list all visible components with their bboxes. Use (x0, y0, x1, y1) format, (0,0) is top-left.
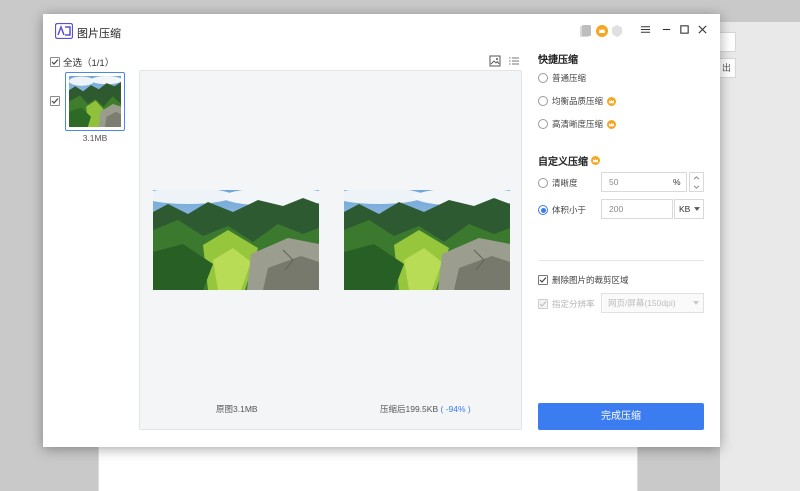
image-item-checkbox[interactable] (50, 96, 60, 106)
grid-view-icon[interactable] (488, 54, 502, 68)
size-limit-input[interactable]: 200 (601, 199, 673, 219)
compressed-caption: 压缩后199.5KB ( -94% ) (380, 403, 471, 415)
select-all-checkbox[interactable] (50, 57, 60, 67)
radio-button[interactable] (538, 96, 548, 106)
clarity-stepper[interactable] (689, 172, 704, 192)
delete-crop-label: 删除图片的裁剪区域 (552, 275, 629, 285)
resolution-select[interactable]: 网页/屏幕(150dpi) (601, 293, 704, 313)
vip-crown-icon[interactable] (595, 24, 609, 38)
chevron-down-icon (694, 207, 700, 211)
radio-button[interactable] (538, 205, 548, 215)
thumbnail-size: 3.1MB (82, 133, 108, 143)
compression-percent: ( -94% ) (440, 404, 471, 414)
minimize-icon[interactable] (659, 23, 673, 39)
stepper-up-icon[interactable] (690, 173, 703, 182)
select-all[interactable]: 全选（1/1） (50, 55, 114, 69)
quick-option-balanced[interactable]: 均衡品质压缩 (538, 95, 617, 107)
quick-compress-title: 快捷压缩 (538, 55, 578, 66)
resolution-checkbox[interactable] (538, 299, 548, 309)
app-title: 图片压缩 (77, 28, 121, 40)
checkmark-icon (539, 277, 547, 283)
custom-compress-title: 自定义压缩 (538, 153, 600, 168)
close-icon[interactable] (695, 23, 709, 39)
delete-crop-checkbox[interactable] (538, 275, 548, 285)
resolution-option[interactable]: 指定分辨率 (538, 298, 595, 310)
quick-option-label: 均衡品质压缩 (552, 96, 604, 106)
quick-option-label: 高清晰度压缩 (552, 119, 604, 129)
radio-button[interactable] (538, 119, 548, 129)
divider (538, 260, 704, 261)
quick-option-label: 普通压缩 (552, 73, 587, 83)
preview-panel: 原图3.1MB 压缩后199.5KB ( -94% ) (139, 70, 522, 430)
list-view-icon[interactable] (507, 54, 521, 68)
maximize-icon[interactable] (677, 23, 691, 39)
compressed-image (344, 190, 510, 290)
checkmark-icon (539, 301, 547, 307)
background-button (720, 32, 736, 52)
custom-option-clarity[interactable]: 清晰度 (538, 177, 578, 189)
size-unit-select[interactable]: KB (674, 199, 704, 219)
stepper-down-icon[interactable] (690, 182, 703, 191)
image-thumbnail[interactable] (65, 72, 125, 131)
select-all-label: 全选（1/1） (63, 58, 115, 69)
custom-option-size-limit[interactable]: 体积小于 (538, 204, 586, 216)
quick-option-hd[interactable]: 高清晰度压缩 (538, 118, 617, 130)
title-bar: 图片压缩 (43, 14, 720, 48)
vip-crown-icon (607, 119, 617, 129)
vip-crown-icon (607, 96, 617, 106)
clarity-label: 清晰度 (552, 178, 578, 188)
badge-icon[interactable] (610, 24, 624, 38)
compressed-size-label: 压缩后199.5KB (380, 404, 439, 414)
menu-icon[interactable] (638, 23, 652, 39)
member-icon[interactable] (578, 24, 592, 38)
quick-option-normal[interactable]: 普通压缩 (538, 72, 586, 84)
original-caption: 原图3.1MB (216, 404, 258, 414)
vip-crown-icon (591, 156, 600, 165)
app-logo-icon (54, 22, 74, 40)
clarity-unit: % (673, 177, 681, 187)
finish-compress-button[interactable]: 完成压缩 (538, 403, 704, 430)
delete-crop-option[interactable]: 删除图片的裁剪区域 (538, 274, 629, 286)
thumbnail-image (69, 76, 121, 127)
radio-button[interactable] (538, 73, 548, 83)
background-button: 出 (720, 58, 736, 78)
chevron-down-icon (693, 301, 699, 305)
checkmark-icon (51, 98, 59, 104)
radio-button[interactable] (538, 178, 548, 188)
size-limit-label: 体积小于 (552, 205, 587, 215)
resolution-label: 指定分辨率 (552, 299, 595, 309)
background-window (720, 22, 800, 491)
image-compress-dialog: 图片压缩 全选（1/1） 3.1MB 原图3.1MB 压缩后199.5KB (… (43, 14, 720, 447)
original-image (153, 190, 319, 290)
checkmark-icon (51, 59, 59, 65)
